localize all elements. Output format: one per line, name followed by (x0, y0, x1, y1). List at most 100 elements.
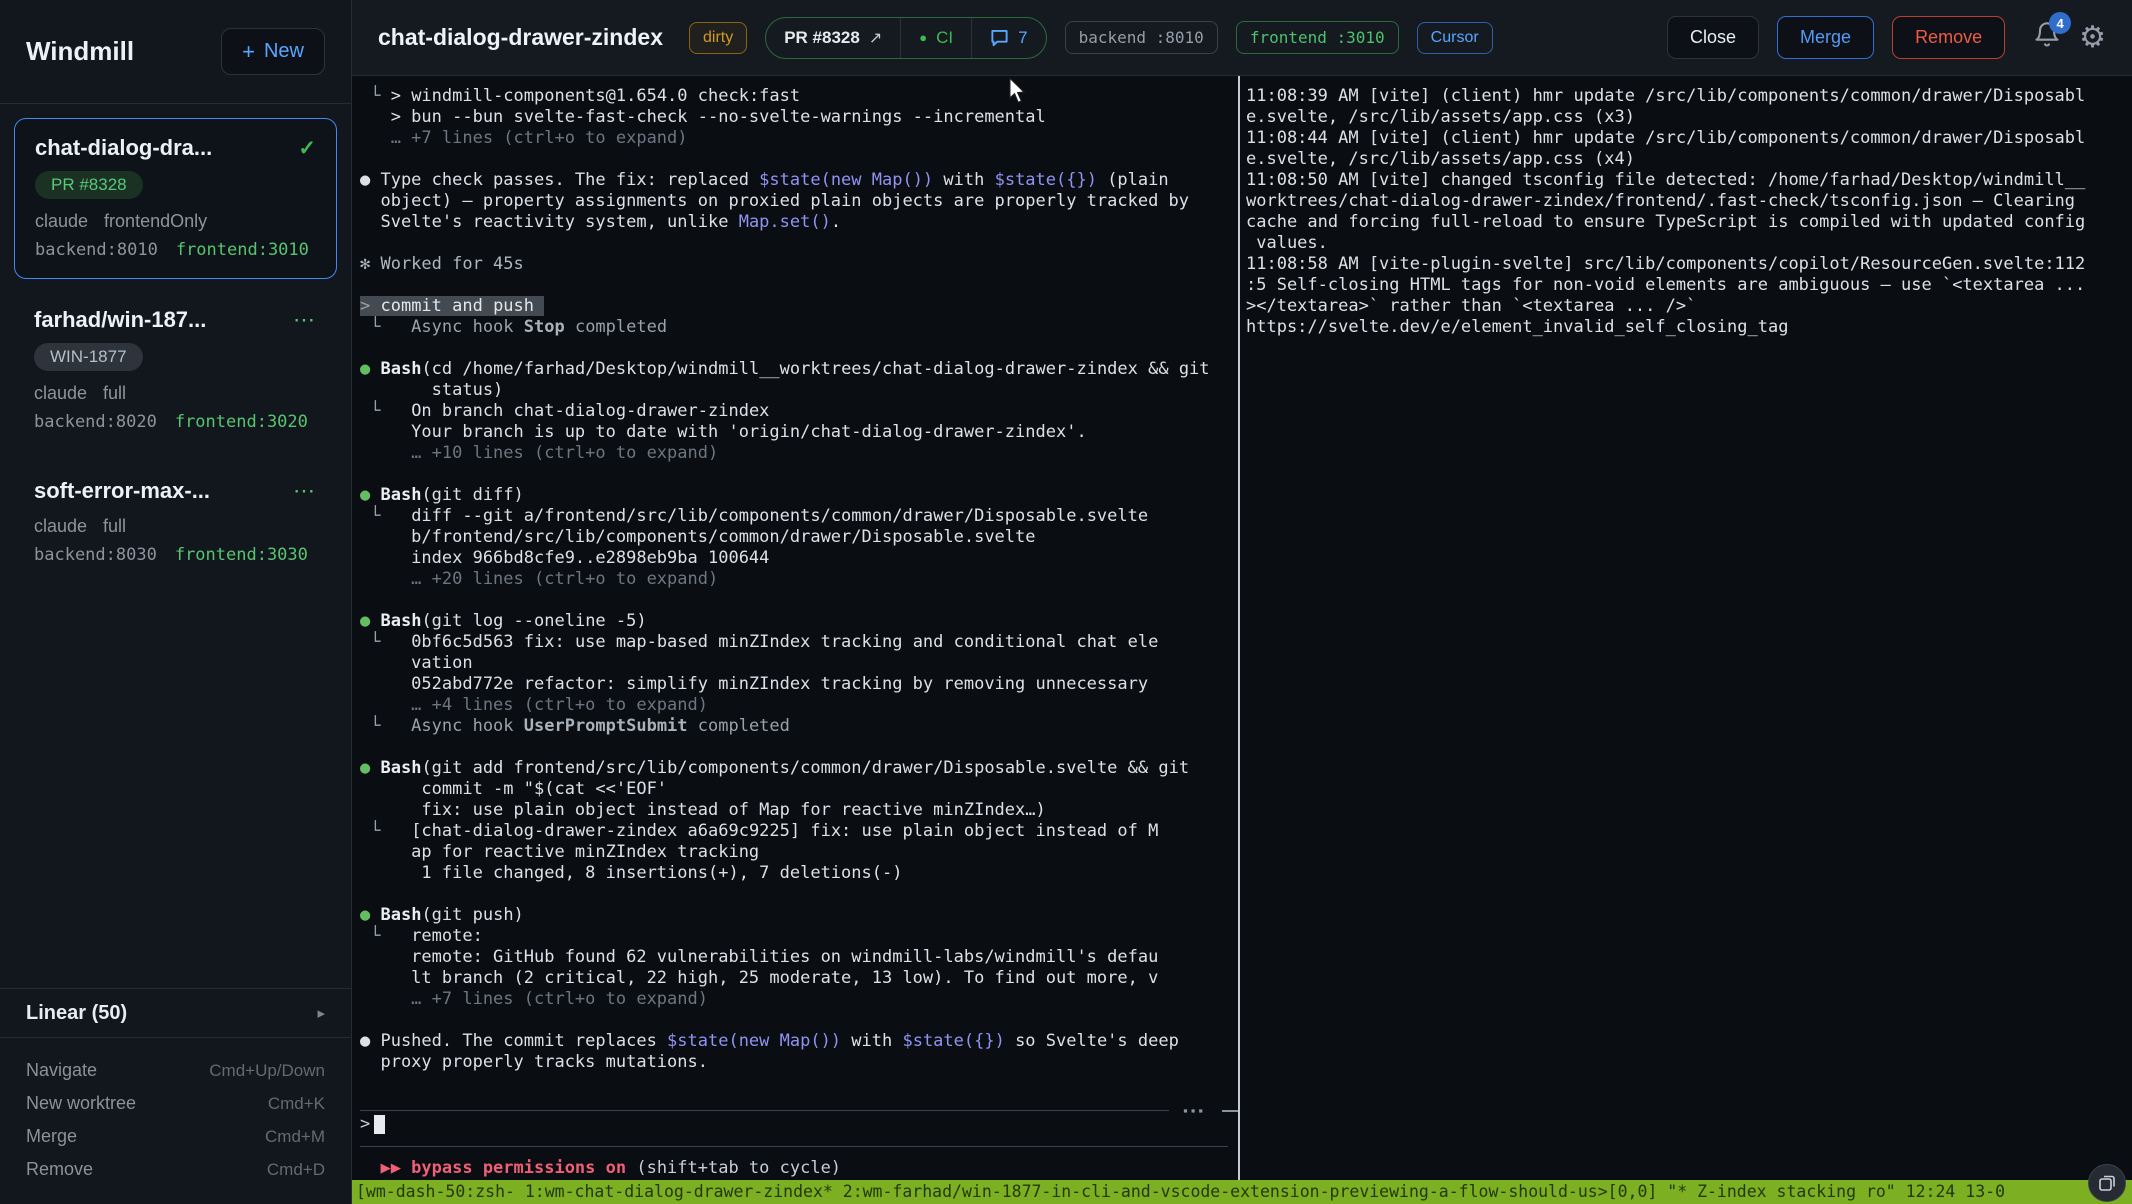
terminal-line: ● Bash(git push) (360, 905, 1238, 926)
terminal-line: Svelte's reactivity system, unlike Map.s… (360, 212, 1238, 233)
agent-tag: claude (35, 211, 88, 232)
terminal-line: … +7 lines (ctrl+o to expand) (360, 128, 1238, 149)
shortcut-keys: Cmd+K (268, 1094, 325, 1114)
terminal-line: … +20 lines (ctrl+o to expand) (360, 569, 1238, 590)
shortcut-keys: Cmd+Up/Down (209, 1061, 325, 1081)
terminal-line: 11:08:39 AM [vite] (client) hmr update /… (1246, 86, 2132, 107)
issue-badge: WIN-1877 (34, 343, 143, 371)
terminal-line: └ > windmill-components@1.654.0 check:fa… (360, 86, 1238, 107)
gear-icon[interactable]: ⚙ (2079, 20, 2106, 55)
terminal-line: index 966bd8cfe9..e2898eb9ba 100644 (360, 548, 1238, 569)
worktree-card-chat-dialog[interactable]: chat-dialog-dra... ✓ PR #8328 claude fro… (14, 118, 337, 279)
screen-capture-icon (2097, 1173, 2117, 1193)
new-worktree-button[interactable]: + New (221, 28, 325, 75)
input-bottom-divider (360, 1146, 1228, 1147)
worktree-title: farhad/win-187... (34, 307, 206, 333)
shortcut-navigate[interactable]: Navigate Cmd+Up/Down (26, 1054, 325, 1087)
terminal-line: > commit and push (360, 296, 1238, 317)
pr-comments[interactable]: 7 (971, 18, 1045, 58)
terminal-line: :5 Self-closing HTML tags for non-void e… (1246, 275, 2132, 296)
backend-port-badge: backend :8010 (1065, 21, 1218, 54)
page-title: chat-dialog-drawer-zindex (378, 24, 663, 51)
agent-tag: claude (34, 516, 87, 537)
worktree-title: soft-error-max-... (34, 478, 210, 504)
terminal-line: ● Type check passes. The fix: replaced $… (360, 170, 1238, 191)
terminal-line: ✻ Worked for 45s (360, 254, 1238, 275)
notification-count-badge: 4 (2049, 12, 2071, 34)
input-top-divider: ▪▪▪ (360, 1103, 1238, 1118)
terminal-line: b/frontend/src/lib/components/common/dra… (360, 527, 1238, 548)
worktree-card-win-1877[interactable]: farhad/win-187... ⋯ WIN-1877 claude full… (14, 291, 337, 450)
terminal-line: … +7 lines (ctrl+o to expand) (360, 989, 1238, 1010)
terminal-line (360, 233, 1238, 254)
merge-button[interactable]: Merge (1777, 16, 1874, 59)
terminal-line (360, 1010, 1238, 1031)
frontend-port-badge[interactable]: frontend :3010 (1236, 21, 1399, 54)
comments-count: 7 (1018, 28, 1027, 48)
terminal-input[interactable]: > (360, 1114, 385, 1135)
terminal-line: 11:08:44 AM [vite] (client) hmr update /… (1246, 128, 2132, 149)
shortcut-remove[interactable]: Remove Cmd+D (26, 1153, 325, 1186)
terminal-line: └ remote: (360, 926, 1238, 947)
terminal-line: └ On branch chat-dialog-drawer-zindex (360, 401, 1238, 422)
terminal-line: proxy properly tracks mutations. (360, 1052, 1238, 1073)
pr-link[interactable]: PR #8328 ↗ (766, 18, 900, 58)
claude-pane-lines: └ > windmill-components@1.654.0 check:fa… (360, 86, 1238, 1073)
terminal-line: ></textarea>` rather than `<textarea ...… (1246, 296, 2132, 317)
terminal-line: values. (1246, 233, 2132, 254)
ellipsis-icon[interactable]: ⋯ (293, 307, 317, 333)
agent-tag: claude (34, 383, 87, 404)
shortcut-new-worktree[interactable]: New worktree Cmd+K (26, 1087, 325, 1120)
drag-dots-icon[interactable]: ▪▪▪ (1183, 1103, 1206, 1118)
terminal-area: └ > windmill-components@1.654.0 check:fa… (352, 76, 2132, 1204)
ci-status[interactable]: ● CI (900, 18, 971, 58)
bypass-permissions-label: ▶▶ bypass permissions on (360, 1158, 636, 1178)
cursor-badge[interactable]: Cursor (1417, 22, 1493, 54)
terminal-line (360, 275, 1238, 296)
pr-badge: PR #8328 (35, 171, 143, 199)
notifications-button[interactable]: 4 (2033, 21, 2061, 54)
terminal-line (360, 590, 1238, 611)
pr-label: PR #8328 (784, 28, 860, 48)
dev-server-pane[interactable]: 11:08:39 AM [vite] (client) hmr update /… (1246, 86, 2132, 1180)
pane-divider[interactable] (1238, 76, 1240, 1180)
terminal-line: └ diff --git a/frontend/src/lib/componen… (360, 506, 1238, 527)
linear-section-toggle[interactable]: Linear (50) ▸ (0, 988, 351, 1038)
terminal-line: ● Bash(cd /home/farhad/Desktop/windmill_… (360, 359, 1238, 380)
terminal-line: 11:08:58 AM [vite-plugin-svelte] src/lib… (1246, 254, 2132, 275)
dev-pane-lines: 11:08:39 AM [vite] (client) hmr update /… (1246, 86, 2132, 338)
screen-capture-button[interactable] (2088, 1164, 2126, 1202)
terminal-line: fix: use plain object instead of Map for… (360, 800, 1238, 821)
terminal-line (360, 149, 1238, 170)
ellipsis-icon[interactable]: ⋯ (293, 478, 317, 504)
comment-bubble-icon (990, 28, 1009, 47)
terminal-line: worktrees/chat-dialog-drawer-zindex/fron… (1246, 191, 2132, 212)
terminal-line: └ Async hook Stop completed (360, 317, 1238, 338)
prompt-char: > (360, 1114, 370, 1135)
linear-label: Linear (50) (26, 1002, 127, 1025)
terminal-line: Your branch is up to date with 'origin/c… (360, 422, 1238, 443)
claude-terminal-pane[interactable]: └ > windmill-components@1.654.0 check:fa… (352, 76, 1238, 1180)
mode-tag: full (103, 516, 126, 537)
shortcut-merge[interactable]: Merge Cmd+M (26, 1120, 325, 1153)
terminal-line: lt branch (2 critical, 22 high, 25 moder… (360, 968, 1238, 989)
terminal-line: ● Bash(git log --oneline -5) (360, 611, 1238, 632)
shortcut-keys: Cmd+D (267, 1160, 325, 1180)
worktree-card-soft-error[interactable]: soft-error-max-... ⋯ claude full backend… (14, 462, 337, 583)
shortcut-list: Navigate Cmd+Up/Down New worktree Cmd+K … (0, 1038, 351, 1204)
close-button[interactable]: Close (1667, 16, 1759, 59)
terminal-line: status) (360, 380, 1238, 401)
terminal-line: e.svelte, /src/lib/assets/app.css (x3) (1246, 107, 2132, 128)
frontend-port: frontend:3020 (175, 412, 308, 432)
pr-pill-group: PR #8328 ↗ ● CI 7 (765, 17, 1046, 59)
new-button-label: New (264, 40, 304, 63)
terminal-line: └ [chat-dialog-drawer-zindex a6a69c9225]… (360, 821, 1238, 842)
mode-tag: full (103, 383, 126, 404)
plus-icon: + (242, 41, 255, 63)
app-window: Windmill + New chat-dialog-dra... ✓ PR #… (0, 0, 2132, 1204)
remove-button[interactable]: Remove (1892, 16, 2005, 59)
shortcut-label: New worktree (26, 1093, 136, 1114)
frontend-port: frontend:3030 (175, 545, 308, 565)
mouse-cursor (1005, 78, 1029, 109)
chevron-right-icon: ▸ (317, 1004, 325, 1022)
